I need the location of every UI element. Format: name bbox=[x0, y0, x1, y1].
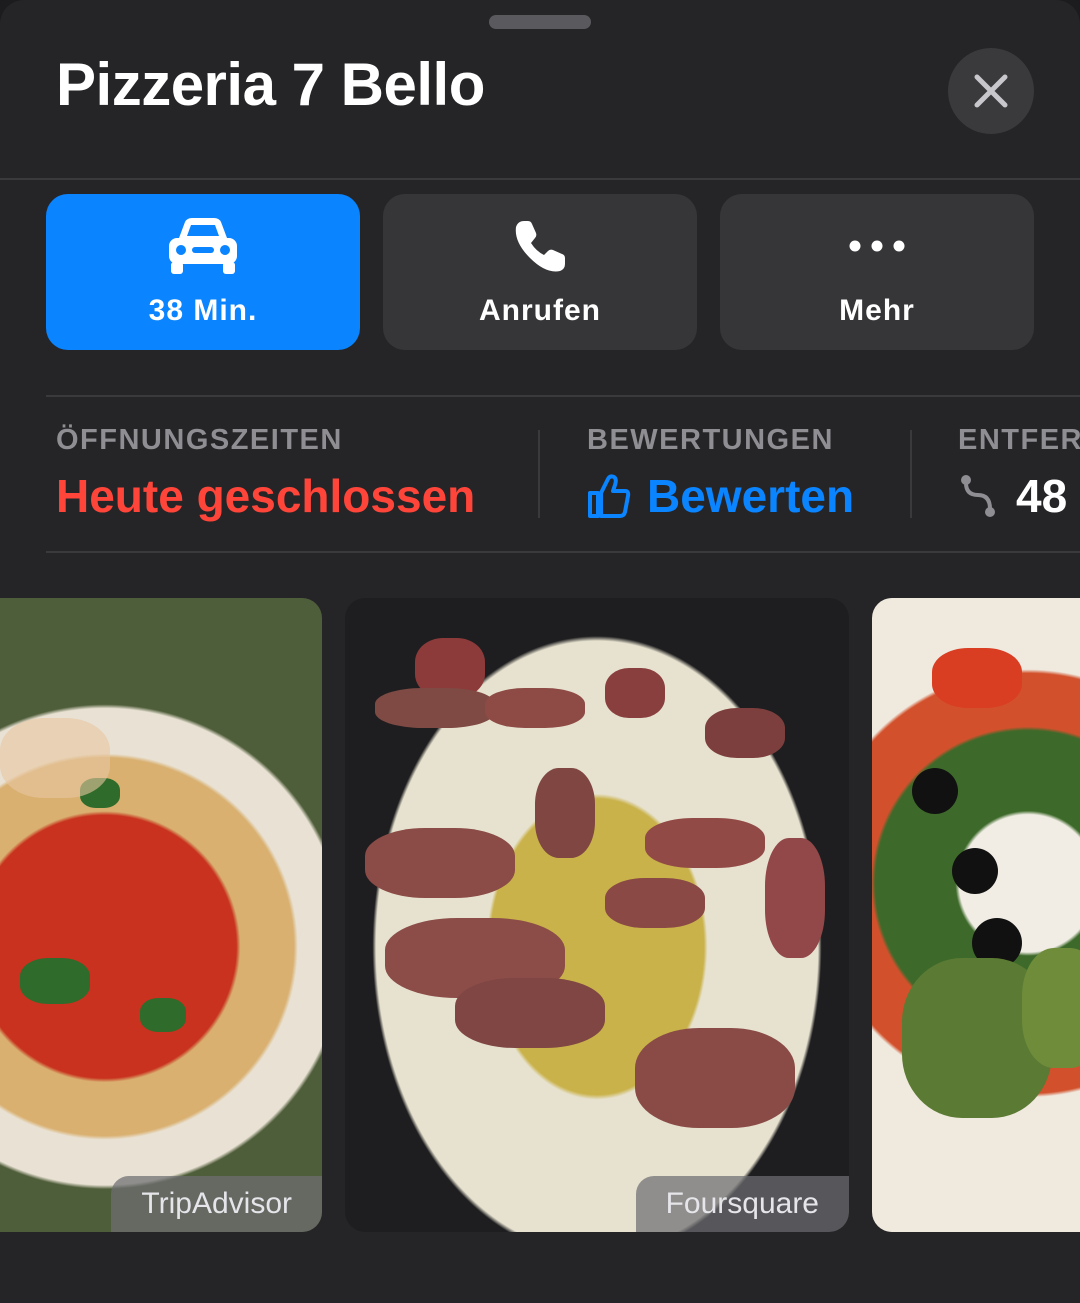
phone-icon bbox=[515, 221, 565, 272]
distance-heading: ENTFER bbox=[958, 424, 1080, 456]
info-divider-top bbox=[46, 395, 1080, 397]
distance-section: ENTFER 48 bbox=[958, 424, 1080, 523]
more-label: Mehr bbox=[839, 294, 915, 327]
photo-source-label: Foursquare bbox=[635, 1176, 849, 1232]
header-divider bbox=[0, 178, 1080, 180]
info-divider-bottom bbox=[46, 551, 1080, 553]
info-separator bbox=[910, 430, 912, 518]
route-icon bbox=[961, 475, 995, 517]
hours-heading: ÖFFNUNGSZEITEN bbox=[56, 424, 343, 456]
photo-salad[interactable] bbox=[872, 598, 1080, 1232]
close-button[interactable] bbox=[948, 48, 1034, 134]
sheet-grabber[interactable] bbox=[489, 15, 591, 29]
ratings-heading: BEWERTUNGEN bbox=[587, 424, 834, 456]
hours-section[interactable]: ÖFFNUNGSZEITEN Heute geschlossen bbox=[56, 424, 475, 523]
place-card-sheet: Pizzeria 7 Bello 38 Min. Anrufen Mehr ÖF… bbox=[0, 0, 1080, 1303]
thumbs-up-icon bbox=[588, 474, 631, 518]
directions-label: 38 Min. bbox=[148, 294, 258, 327]
hours-status: Heute geschlossen bbox=[56, 470, 476, 522]
ratings-section[interactable]: BEWERTUNGEN Bewerten bbox=[587, 424, 854, 523]
more-icon bbox=[849, 240, 905, 252]
directions-button[interactable]: 38 Min. bbox=[46, 194, 360, 350]
photo-pizza[interactable]: TripAdvisor bbox=[0, 598, 322, 1232]
photo-source-label: TripAdvisor bbox=[111, 1176, 322, 1232]
place-title: Pizzeria 7 Bello bbox=[56, 51, 485, 118]
photo-steak[interactable]: Foursquare bbox=[345, 598, 849, 1232]
car-icon bbox=[169, 218, 237, 274]
call-button[interactable]: Anrufen bbox=[383, 194, 697, 350]
close-icon bbox=[974, 74, 1008, 108]
distance-value: 48 bbox=[1016, 470, 1068, 522]
call-label: Anrufen bbox=[479, 294, 601, 327]
info-separator bbox=[538, 430, 540, 518]
more-button[interactable]: Mehr bbox=[720, 194, 1034, 350]
rate-link: Bewerten bbox=[647, 470, 855, 522]
